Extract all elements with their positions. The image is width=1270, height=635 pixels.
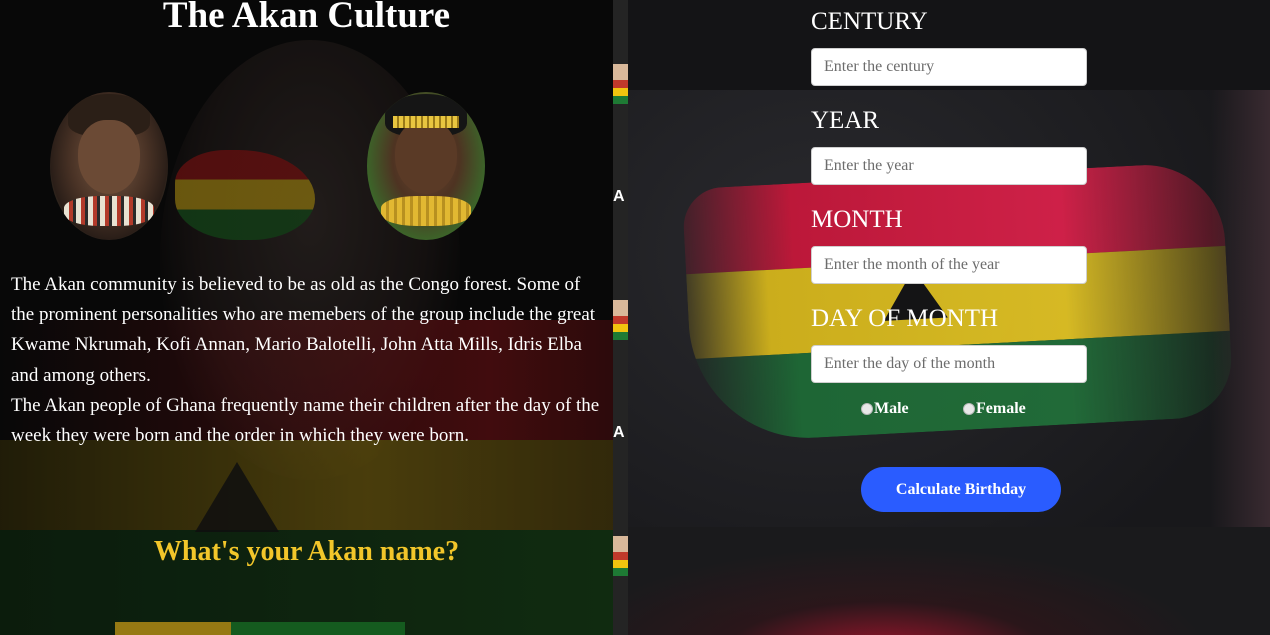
strip-letter: A [613,424,625,441]
gender-radio-group: Male Female [811,400,1111,420]
century-label: CENTURY [811,8,928,35]
strip-letter: A [613,188,625,205]
portrait-boy-image [50,92,168,240]
year-label: YEAR [811,107,880,134]
male-option[interactable]: Male [861,400,909,418]
female-radio[interactable] [963,403,975,415]
portrait-girl-image [367,92,485,240]
calculate-birthday-button[interactable]: Calculate Birthday [861,467,1061,512]
day-label: DAY OF MONTH [811,305,999,332]
page-title: The Akan Culture [162,0,451,36]
background-strip: A A [613,0,628,635]
form-panel: CENTURY YEAR MONTH DAY OF MONTH Male Fem… [628,0,1270,635]
month-label: MONTH [811,206,903,233]
male-radio[interactable] [861,403,873,415]
intro-paragraph: The Akan community is believed to be as … [11,274,596,386]
century-input[interactable] [811,48,1087,86]
akan-name-heading: What's your Akan name? [153,536,460,567]
year-input[interactable] [811,147,1087,185]
female-label: Female [976,400,1026,417]
female-option[interactable]: Female [963,400,1026,418]
male-label: Male [874,400,909,417]
info-panel: The Akan Culture The Akan community is b… [0,0,613,635]
intro-paragraph: The Akan people of Ghana frequently name… [11,394,600,447]
intro-text: The Akan community is believed to be as … [11,270,601,451]
month-input[interactable] [811,246,1087,284]
day-input[interactable] [811,345,1087,383]
